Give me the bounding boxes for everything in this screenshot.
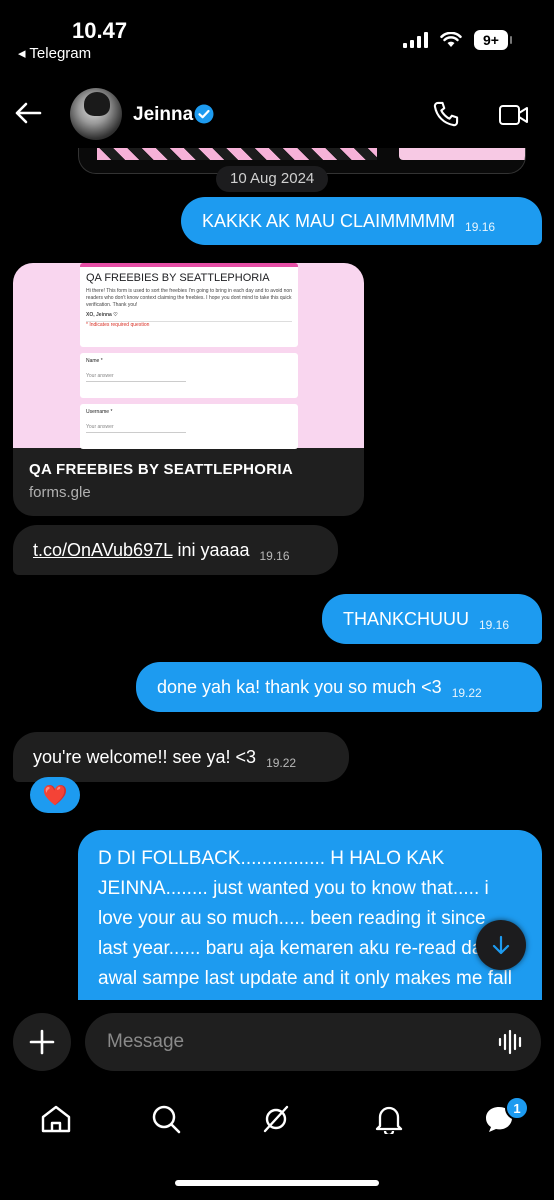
status-bar: 10.47 ◂ Telegram 9+ (0, 0, 554, 70)
incoming-message[interactable]: you're welcome!! see ya! <3 19.22 (13, 732, 349, 782)
nav-home[interactable] (38, 1101, 74, 1137)
back-to-app-link[interactable]: ◂ Telegram (18, 44, 91, 62)
outgoing-message[interactable]: KAKKK AK MAU CLAIMMMMM 19.16 (181, 197, 542, 245)
status-time: 10.47 (72, 18, 128, 43)
bottom-navigation (0, 1095, 554, 1145)
message-text: ini yaaaa (172, 540, 250, 560)
media-artwork (399, 148, 525, 160)
search-icon (152, 1105, 181, 1134)
date-separator: 10 Aug 2024 (216, 166, 329, 192)
form-question: Name * Your answer (80, 353, 298, 398)
plus-icon (29, 1029, 55, 1055)
form-question-label: Username * (86, 409, 113, 415)
nav-search[interactable] (148, 1101, 184, 1137)
battery-indicator: 9+ (474, 30, 512, 50)
message-text: D DI FOLLBACK................ H HALO KAK… (98, 848, 512, 1000)
message-list[interactable]: 10 Aug 2024 KAKKK AK MAU CLAIMMMMM 19.16 … (0, 148, 554, 1000)
link-preview-title: QA FREEBIES BY SEATTLEPHORIA (29, 461, 293, 478)
verified-badge-icon (194, 104, 214, 124)
scroll-to-bottom-button[interactable] (476, 920, 526, 970)
form-question-label: Name * (86, 358, 103, 364)
message-composer (85, 1013, 541, 1071)
form-answer-placeholder: Your answer (86, 373, 186, 382)
messages-count-badge: 1 (505, 1096, 529, 1120)
form-signature: XO, Jeinna ♡ (86, 312, 118, 318)
voice-message-icon[interactable] (497, 1029, 525, 1055)
outgoing-message[interactable]: done yah ka! thank you so much <3 19.22 (136, 662, 542, 712)
form-answer-placeholder: Your answer (86, 424, 186, 433)
bell-icon (375, 1106, 403, 1134)
outgoing-message[interactable]: THANKCHUUU 19.16 (322, 594, 542, 644)
media-artwork (97, 148, 377, 160)
heart-reaction-icon: ❤️ (42, 784, 68, 807)
outgoing-message[interactable]: D DI FOLLBACK................ H HALO KAK… (78, 830, 542, 1000)
link-preview-domain: forms.gle (29, 484, 91, 501)
attach-button[interactable] (13, 1013, 71, 1071)
status-indicators: 9+ (403, 30, 512, 50)
message-input[interactable] (107, 1013, 487, 1071)
form-preview: QA FREEBIES BY SEATTLEPHORIA Hi there! T… (80, 263, 298, 449)
form-required-note: * Indicates required question (86, 321, 292, 329)
message-timestamp: 19.16 (259, 549, 290, 563)
chat-header: Jeinna (0, 82, 554, 148)
link-preview-image: QA FREEBIES BY SEATTLEPHORIA Hi there! T… (13, 263, 364, 449)
back-arrow-icon[interactable] (14, 101, 42, 125)
video-call-icon[interactable] (498, 103, 530, 127)
grok-icon (263, 1105, 289, 1133)
message-text: THANKCHUUU (343, 609, 469, 629)
phone-call-icon[interactable] (432, 100, 460, 128)
message-text: you're welcome!! see ya! <3 (33, 747, 257, 767)
incoming-message[interactable]: t.co/OnAVub697L ini yaaaa 19.16 (13, 525, 338, 575)
form-question: Username * Your answer (80, 404, 298, 449)
message-link[interactable]: t.co/OnAVub697L (33, 540, 172, 560)
nav-grok[interactable] (258, 1101, 294, 1137)
nav-notifications[interactable] (371, 1101, 407, 1137)
home-indicator (175, 1180, 379, 1186)
form-header: QA FREEBIES BY SEATTLEPHORIA Hi there! T… (80, 263, 298, 347)
message-text: KAKKK AK MAU CLAIMMMMM (202, 211, 456, 231)
arrow-down-icon (492, 935, 510, 955)
wifi-icon (440, 32, 462, 47)
link-preview-card[interactable]: QA FREEBIES BY SEATTLEPHORIA Hi there! T… (13, 263, 364, 516)
message-timestamp: 19.22 (451, 686, 482, 700)
home-icon (41, 1105, 71, 1133)
message-timestamp: 19.16 (479, 618, 510, 632)
contact-name[interactable]: Jeinna (133, 104, 193, 126)
message-timestamp: 19.22 (266, 756, 297, 770)
message-text: done yah ka! thank you so much <3 (157, 677, 442, 697)
heart-reaction[interactable]: ❤️ (30, 777, 80, 813)
contact-avatar[interactable] (70, 88, 122, 140)
cellular-signal-icon (403, 32, 428, 48)
form-title: QA FREEBIES BY SEATTLEPHORIA (86, 272, 270, 284)
message-timestamp: 19.16 (465, 220, 496, 234)
form-description: Hi there! This form is used to sort the … (86, 288, 292, 308)
